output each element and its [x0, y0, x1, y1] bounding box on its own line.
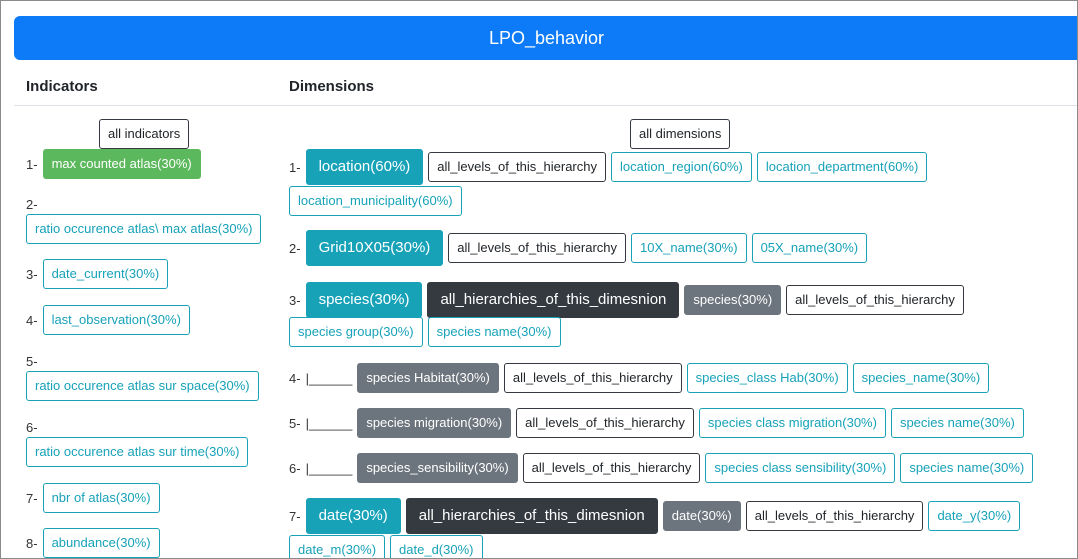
hierarchy-button[interactable]: date(30%): [662, 501, 741, 531]
dimension-number: 7-: [289, 508, 301, 524]
dimension-row-2: 2- Grid10X05(30%) all_levels_of_this_hie…: [289, 230, 868, 266]
hierarchy-button[interactable]: species(30%): [684, 285, 782, 315]
indicator-button[interactable]: last_observation(30%): [42, 305, 190, 335]
indicator-row-7: 7- nbr of atlas(30%): [26, 483, 160, 513]
app-frame: LPO_behavior Indicators Dimensions all i…: [0, 0, 1078, 559]
level-button[interactable]: 05X_name(30%): [751, 233, 868, 263]
level-button[interactable]: date_d(30%): [390, 535, 483, 558]
all-indicators-button[interactable]: all indicators: [99, 119, 190, 149]
all-levels-button[interactable]: all_levels_of_this_hierarchy: [516, 408, 694, 438]
indicator-number: 7-: [26, 490, 38, 506]
dimension-row-1: 1- location(60%) all_levels_of_this_hier…: [289, 149, 928, 185]
dimension-number: 3-: [289, 292, 301, 308]
indicator-button[interactable]: ratio occurence atlas\ max atlas(30%): [26, 214, 262, 244]
dimension-button-species[interactable]: species(30%): [305, 282, 423, 318]
all-levels-button[interactable]: all_levels_of_this_hierarchy: [428, 152, 606, 182]
indicator-row-8: 8- abundance(30%): [26, 528, 160, 558]
page-title: LPO_behavior: [14, 16, 1077, 60]
all-dimensions-button[interactable]: all dimensions: [630, 119, 731, 149]
dimension-number: 6-: [289, 460, 301, 476]
dimension-button-date[interactable]: date(30%): [305, 498, 401, 534]
indicator-number: 8-: [26, 535, 38, 551]
hierarchy-branch-connector: |______: [305, 370, 353, 386]
indicator-row-3: 3- date_current(30%): [26, 259, 169, 289]
indicator-number: 3-: [26, 266, 38, 282]
level-button[interactable]: date_y(30%): [928, 501, 1021, 531]
all-hierarchies-button[interactable]: all_hierarchies_of_this_dimesnion: [405, 498, 658, 534]
level-button[interactable]: species_name(30%): [852, 363, 990, 393]
all-levels-button[interactable]: all_levels_of_this_hierarchy: [448, 233, 626, 263]
dimension-number: 2-: [289, 240, 301, 256]
all-hierarchies-button[interactable]: all_hierarchies_of_this_dimesnion: [427, 282, 680, 318]
dimensions-header: Dimensions: [289, 78, 375, 95]
hierarchy-button[interactable]: species Habitat(30%): [357, 363, 499, 393]
hierarchy-branch-connector: |______: [305, 460, 353, 476]
indicator-number: 5-: [26, 354, 38, 369]
level-button[interactable]: date_m(30%): [289, 535, 386, 558]
level-button[interactable]: 10X_name(30%): [631, 233, 747, 263]
level-button[interactable]: species group(30%): [289, 317, 423, 347]
level-button[interactable]: location_region(60%): [610, 152, 752, 182]
indicators-header: Indicators: [26, 78, 98, 95]
dimension-row-7: 7- date(30%) all_hierarchies_of_this_dim…: [289, 498, 1021, 534]
hierarchy-branch-connector: |______: [305, 415, 353, 431]
all-levels-button[interactable]: all_levels_of_this_hierarchy: [522, 453, 701, 483]
indicator-button[interactable]: ratio occurence atlas sur space(30%): [26, 371, 259, 401]
dimension-row-5: 5- |______ species migration(30%) all_le…: [289, 408, 1024, 438]
dimension-row-3-levels: species group(30%) species name(30%): [289, 317, 561, 347]
indicator-row-4: 4- last_observation(30%): [26, 305, 190, 335]
level-button[interactable]: species name(30%): [900, 453, 1034, 483]
header-divider: [14, 105, 1077, 106]
dimension-number: 5-: [289, 415, 301, 431]
dimension-row-4: 4- |______ species Habitat(30%) all_leve…: [289, 363, 990, 393]
dimension-button-grid[interactable]: Grid10X05(30%): [305, 230, 444, 266]
indicator-number: 6-: [26, 420, 38, 435]
level-button[interactable]: species class sensibility(30%): [705, 453, 896, 483]
dimension-number: 1-: [289, 159, 301, 175]
level-button[interactable]: location_municipality(60%): [289, 186, 462, 216]
all-levels-button[interactable]: all_levels_of_this_hierarchy: [745, 501, 924, 531]
dimension-row-3: 3- species(30%) all_hierarchies_of_this_…: [289, 282, 964, 318]
level-button[interactable]: species name(30%): [427, 317, 561, 347]
dimension-button-location[interactable]: location(60%): [305, 149, 424, 185]
level-button[interactable]: species class migration(30%): [698, 408, 886, 438]
indicator-button[interactable]: ratio occurence atlas sur time(30%): [26, 437, 249, 467]
dimension-number: 4-: [289, 370, 301, 386]
dimension-row-6: 6- |______ species_sensibility(30%) all_…: [289, 453, 1034, 483]
indicator-button[interactable]: max counted atlas(30%): [42, 149, 201, 179]
all-levels-button[interactable]: all_levels_of_this_hierarchy: [786, 285, 964, 315]
level-button[interactable]: species_class Hab(30%): [686, 363, 848, 393]
indicator-button[interactable]: date_current(30%): [42, 259, 169, 289]
hierarchy-button[interactable]: species migration(30%): [357, 408, 512, 438]
indicator-number: 1-: [26, 156, 38, 172]
indicator-button[interactable]: nbr of atlas(30%): [42, 483, 160, 513]
indicator-row-1: 1- max counted atlas(30%): [26, 149, 201, 179]
dimension-row-7-levels: date_m(30%) date_d(30%): [289, 535, 483, 558]
all-levels-button[interactable]: all_levels_of_this_hierarchy: [503, 363, 682, 393]
level-button[interactable]: species name(30%): [890, 408, 1024, 438]
hierarchy-button[interactable]: species_sensibility(30%): [357, 453, 518, 483]
indicator-number: 4-: [26, 312, 38, 328]
level-button[interactable]: location_department(60%): [756, 152, 928, 182]
indicator-button[interactable]: abundance(30%): [42, 528, 160, 558]
indicator-number: 2-: [26, 197, 38, 212]
